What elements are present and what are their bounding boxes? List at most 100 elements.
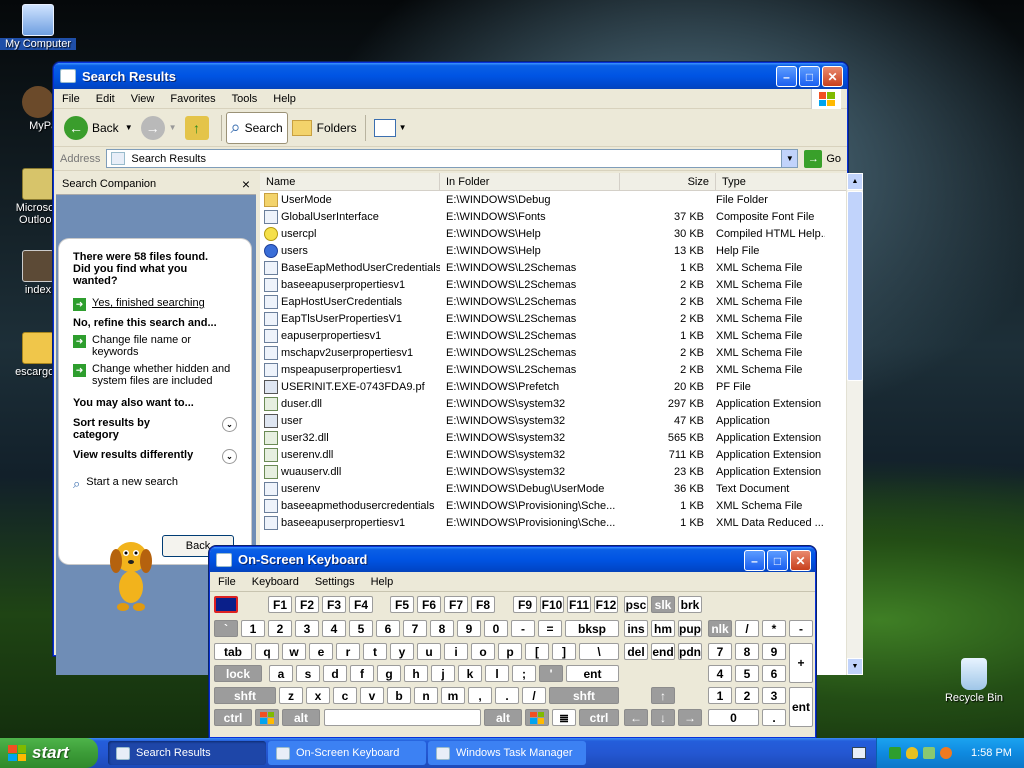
key-lock[interactable]: lock <box>214 665 262 682</box>
table-row[interactable]: duser.dll E:\WINDOWS\system32 297 KB Applic… <box>260 395 846 412</box>
key-F5[interactable]: F5 <box>390 596 414 613</box>
network-icon[interactable] <box>923 747 935 759</box>
back-button[interactable]: ← Back ▼ <box>60 112 137 144</box>
osk-close-button[interactable]: ✕ <box>790 550 811 571</box>
go-button[interactable]: → Go <box>804 149 841 168</box>
osk-menu-file[interactable]: File <box>210 576 244 588</box>
key-slk[interactable]: slk <box>651 596 675 613</box>
key-2[interactable]: 2 <box>268 620 292 637</box>
start-new-search-link[interactable]: ⌕ Start a new search <box>73 476 237 492</box>
key-a[interactable]: a <box>269 665 293 682</box>
close-pane-icon[interactable]: × <box>242 176 250 192</box>
address-dropdown-icon[interactable]: ▼ <box>781 150 798 167</box>
key-tab[interactable]: tab <box>214 643 252 660</box>
key-F1[interactable]: F1 <box>268 596 292 613</box>
key-6[interactable]: 6 <box>762 665 786 682</box>
key-x[interactable]: x <box>306 687 330 704</box>
column-type[interactable]: Type <box>716 173 846 190</box>
menu-file[interactable]: File <box>54 93 88 105</box>
table-row[interactable]: UserMode E:\WINDOWS\Debug File Folder <box>260 191 846 208</box>
key-;[interactable]: ; <box>512 665 536 682</box>
osk-menu-keyboard[interactable]: Keyboard <box>244 576 307 588</box>
key-2[interactable]: 2 <box>735 687 759 704</box>
key-e[interactable]: e <box>309 643 333 660</box>
key-F12[interactable]: F12 <box>594 596 618 613</box>
table-row[interactable]: eapuserpropertiesv1 E:\WINDOWS\L2Schemas 1… <box>260 327 846 344</box>
key-9[interactable]: 9 <box>762 643 786 660</box>
chevron-double-down-icon[interactable]: ⌄ <box>222 449 237 464</box>
results-scrollbar[interactable]: ▲ ▼ <box>846 173 863 675</box>
key-t[interactable]: t <box>363 643 387 660</box>
key-0[interactable]: 0 <box>484 620 508 637</box>
key-'[interactable]: ' <box>539 665 563 682</box>
view-results-toggle[interactable]: View results differently ⌄ <box>73 449 237 464</box>
key-ent[interactable]: ent <box>566 665 619 682</box>
table-row[interactable]: usercpl E:\WINDOWS\Help 30 KB Compiled HTML… <box>260 225 846 242</box>
key-m[interactable]: m <box>441 687 465 704</box>
key-→[interactable]: → <box>678 709 702 726</box>
key-space[interactable] <box>324 709 481 726</box>
key-+[interactable]: + <box>789 643 813 683</box>
key-ctrl[interactable]: ctrl <box>579 709 619 726</box>
key-1[interactable]: 1 <box>708 687 732 704</box>
key-shft[interactable]: shft <box>549 687 619 704</box>
close-button[interactable]: ✕ <box>822 66 843 87</box>
key-F4[interactable]: F4 <box>349 596 373 613</box>
task-search-results[interactable]: Search Results <box>108 741 266 765</box>
key-≣[interactable]: ≣ <box>552 709 576 726</box>
table-row[interactable]: wuauserv.dll E:\WINDOWS\system32 23 KB Appl… <box>260 463 846 480</box>
table-row[interactable]: EapTlsUserPropertiesV1 E:\WINDOWS\L2Schem… <box>260 310 846 327</box>
key-3[interactable]: 3 <box>295 620 319 637</box>
sort-results-toggle[interactable]: Sort results by category ⌄ <box>73 417 237 441</box>
column-name[interactable]: Name <box>260 173 440 190</box>
key-z[interactable]: z <box>279 687 303 704</box>
change-hidden-link[interactable]: ➜ Change whether hidden and system files… <box>73 363 237 387</box>
column-in-folder[interactable]: In Folder <box>440 173 620 190</box>
key-p[interactable]: p <box>498 643 522 660</box>
keyboard-tray-icon[interactable] <box>852 747 866 759</box>
menu-help[interactable]: Help <box>265 93 304 105</box>
key-pup[interactable]: pup <box>678 620 702 637</box>
key-F8[interactable]: F8 <box>471 596 495 613</box>
table-row[interactable]: EapHostUserCredentials E:\WINDOWS\L2Schem… <box>260 293 846 310</box>
key-b[interactable]: b <box>387 687 411 704</box>
key-alt[interactable]: alt <box>484 709 522 726</box>
key-/[interactable]: / <box>522 687 546 704</box>
key-del[interactable]: del <box>624 643 648 660</box>
search-tray-icon[interactable] <box>940 747 952 759</box>
key-8[interactable]: 8 <box>735 643 759 660</box>
key-shft[interactable]: shft <box>214 687 276 704</box>
key-w[interactable]: w <box>282 643 306 660</box>
key-F3[interactable]: F3 <box>322 596 346 613</box>
security-shield-icon[interactable] <box>906 747 918 759</box>
column-size[interactable]: Size <box>620 173 716 190</box>
key-psc[interactable]: psc <box>624 596 648 613</box>
key-↑[interactable]: ↑ <box>651 687 675 704</box>
yes-finished-link[interactable]: ➜ Yes, finished searching <box>73 297 237 311</box>
key-5[interactable]: 5 <box>349 620 373 637</box>
table-row[interactable]: baseeapmethodusercredentials E:\WINDOWS\P… <box>260 497 846 514</box>
key--[interactable]: - <box>789 620 813 637</box>
change-file-name-link[interactable]: ➜ Change file name or keywords <box>73 334 237 358</box>
key-d[interactable]: d <box>323 665 347 682</box>
key-=[interactable]: = <box>538 620 562 637</box>
key-j[interactable]: j <box>431 665 455 682</box>
search-dog-icon[interactable] <box>106 535 156 613</box>
key-,[interactable]: , <box>468 687 492 704</box>
key-*[interactable]: * <box>762 620 786 637</box>
key-nlk[interactable]: nlk <box>708 620 732 637</box>
key-y[interactable]: y <box>390 643 414 660</box>
key-4[interactable]: 4 <box>708 665 732 682</box>
key-r[interactable]: r <box>336 643 360 660</box>
key-F11[interactable]: F11 <box>567 596 591 613</box>
table-row[interactable]: baseeapuserpropertiesv1 E:\WINDOWS\Provis… <box>260 514 846 531</box>
key-ins[interactable]: ins <box>624 620 648 637</box>
views-button[interactable]: ▼ <box>370 112 411 144</box>
explorer-titlebar[interactable]: Search Results – □ ✕ <box>54 63 847 89</box>
menu-favorites[interactable]: Favorites <box>162 93 223 105</box>
key-ent[interactable]: ent <box>789 687 813 727</box>
key-hm[interactable]: hm <box>651 620 675 637</box>
key-8[interactable]: 8 <box>430 620 454 637</box>
menu-tools[interactable]: Tools <box>224 93 266 105</box>
key-F9[interactable]: F9 <box>513 596 537 613</box>
